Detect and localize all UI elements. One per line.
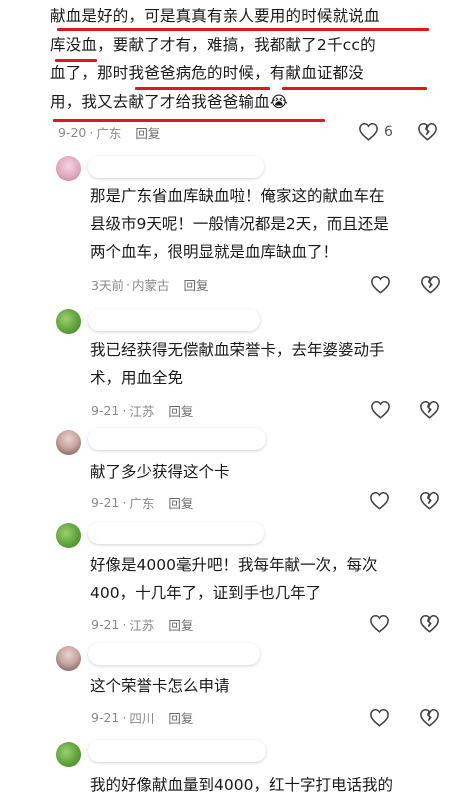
reply-line: 两个血车，很明显就是血库缺血了！: [90, 243, 339, 261]
reply-item: 献了多少获得这个卡 9-21 · 广东 回复: [0, 424, 459, 516]
top-comment: 献血是好的，可是真真有亲人要用的时候就说血 库没血，要献了才有，难搞，我都献了2…: [0, 0, 459, 152]
top-comment-text: 献血是好的，可是真真有亲人要用的时候就说血 库没血，要献了才有，难搞，我都献了2…: [50, 2, 445, 116]
dislike-heart-icon[interactable]: [419, 400, 440, 419]
reply-location: 广东: [129, 496, 155, 511]
reply-item: 我的好像献血量到4000，红十字打电话我的: [0, 736, 459, 800]
username-redacted[interactable]: [88, 309, 260, 331]
dislike-heart-icon[interactable]: [420, 275, 441, 294]
reply-button[interactable]: 回复: [135, 123, 160, 142]
reply-meta: 9-21 · 四川 回复: [91, 708, 193, 727]
meta-dot: ·: [122, 710, 127, 725]
top-comment-line: 血了，那时我爸爸病危的时候，有献血证都没: [50, 64, 365, 82]
meta-dot: ·: [125, 277, 130, 292]
red-underline: [55, 59, 97, 62]
reply-date: 3天前: [91, 278, 124, 293]
dislike-heart-icon[interactable]: [419, 491, 440, 510]
heart-icon[interactable]: [369, 708, 390, 727]
red-underline: [57, 28, 429, 31]
reply-location: 四川: [129, 711, 155, 726]
reply-text: 好像是4000毫升吧！我每年献一次，每次 400，十几年了，证到手也几年了: [90, 551, 450, 607]
reply-location: 江苏: [129, 404, 155, 419]
dislike-heart-icon[interactable]: [419, 614, 440, 633]
heart-icon[interactable]: [369, 491, 390, 510]
avatar[interactable]: [56, 646, 81, 671]
dislike-heart-icon[interactable]: [419, 708, 440, 727]
reply-meta: 3天前 · 内蒙古 回复: [91, 275, 208, 294]
top-comment-line: 献血是好的，可是真真有亲人要用的时候就说血: [50, 7, 380, 25]
red-underline: [53, 119, 325, 122]
reply-location: 江苏: [129, 618, 155, 633]
reply-button[interactable]: 回复: [168, 615, 193, 634]
comment-date: 9-20: [58, 125, 87, 140]
avatar[interactable]: [56, 309, 81, 334]
reply-location: 内蒙古: [131, 278, 170, 293]
reply-line: 县级市9天呢！一般情况都是2天，而且还是: [90, 215, 389, 233]
reply-date: 9-21: [91, 403, 120, 418]
heart-icon[interactable]: [370, 275, 391, 294]
reply-button[interactable]: 回复: [183, 275, 208, 294]
username-redacted[interactable]: [88, 156, 264, 178]
reply-line: 400，十几年了，证到手也几年了: [90, 584, 322, 602]
heart-icon[interactable]: [369, 614, 390, 633]
reply-line: 我已经获得无偿献血荣誉卡，去年婆婆动手: [90, 341, 385, 359]
heart-icon[interactable]: [370, 400, 391, 419]
reply-line: 术，用血全免: [90, 369, 184, 387]
like-area: 6: [358, 122, 393, 141]
reply-meta: 9-21 · 广东 回复: [91, 493, 193, 512]
reply-item: 我已经获得无偿献血荣誉卡，去年婆婆动手 术，用血全免 9-21 · 江苏 回复: [0, 304, 459, 424]
reply-date: 9-21: [91, 617, 120, 632]
avatar[interactable]: [56, 156, 81, 181]
username-redacted[interactable]: [88, 428, 266, 450]
top-comment-line: 用，我又去献了才给我爸爸输血😭: [50, 92, 289, 111]
reply-button[interactable]: 回复: [168, 493, 193, 512]
dislike-heart-icon[interactable]: [417, 122, 438, 141]
reply-item: 好像是4000毫升吧！我每年献一次，每次 400，十几年了，证到手也几年了 9-…: [0, 518, 459, 638]
comment-location: 广东: [96, 126, 122, 141]
reply-text: 那是广东省血库缺血啦！俺家这的献血车在 县级市9天呢！一般情况都是2天，而且还是…: [90, 182, 450, 266]
red-underline: [135, 87, 270, 90]
reply-line: 好像是4000毫升吧！我每年献一次，每次: [90, 556, 378, 574]
red-underline: [282, 87, 427, 90]
reply-text: 我的好像献血量到4000，红十字打电话我的: [90, 771, 458, 799]
reply-button[interactable]: 回复: [168, 401, 193, 420]
comment-meta: 9-20 · 广东 回复: [58, 123, 160, 142]
avatar[interactable]: [56, 523, 81, 548]
reply-date: 9-21: [91, 495, 120, 510]
reply-date: 9-21: [91, 710, 120, 725]
reply-button[interactable]: 回复: [168, 708, 193, 727]
reply-item: 这个荣誉卡怎么申请 9-21 · 四川 回复: [0, 640, 459, 734]
username-redacted[interactable]: [88, 522, 264, 544]
reply-item: 那是广东省血库缺血啦！俺家这的献血车在 县级市9天呢！一般情况都是2天，而且还是…: [0, 152, 459, 298]
meta-dot: ·: [89, 125, 94, 140]
comment-thread: 献血是好的，可是真真有亲人要用的时候就说血 库没血，要献了才有，难搞，我都献了2…: [0, 0, 459, 800]
reply-text: 我已经获得无偿献血荣誉卡，去年婆婆动手 术，用血全免: [90, 336, 450, 392]
like-count: 6: [384, 123, 393, 140]
reply-meta: 9-21 · 江苏 回复: [91, 615, 193, 634]
reply-meta: 9-21 · 江苏 回复: [91, 401, 193, 420]
top-comment-line: 库没血，要献了才有，难搞，我都献了2千cc的: [50, 35, 376, 54]
username-redacted[interactable]: [88, 740, 266, 762]
meta-dot: ·: [122, 495, 127, 510]
avatar[interactable]: [56, 742, 81, 767]
reply-text: 献了多少获得这个卡: [90, 458, 450, 486]
heart-icon[interactable]: [358, 122, 379, 141]
avatar[interactable]: [56, 430, 81, 455]
reply-text: 这个荣誉卡怎么申请: [90, 672, 450, 700]
reply-line: 我的好像献血量到4000，红十字打电话我的: [90, 776, 393, 794]
username-redacted[interactable]: [88, 643, 260, 665]
reply-line: 献了多少获得这个卡: [90, 463, 230, 481]
reply-line: 这个荣誉卡怎么申请: [90, 677, 230, 695]
meta-dot: ·: [122, 403, 127, 418]
reply-line: 那是广东省血库缺血啦！俺家这的献血车在: [90, 187, 385, 205]
meta-dot: ·: [122, 617, 127, 632]
